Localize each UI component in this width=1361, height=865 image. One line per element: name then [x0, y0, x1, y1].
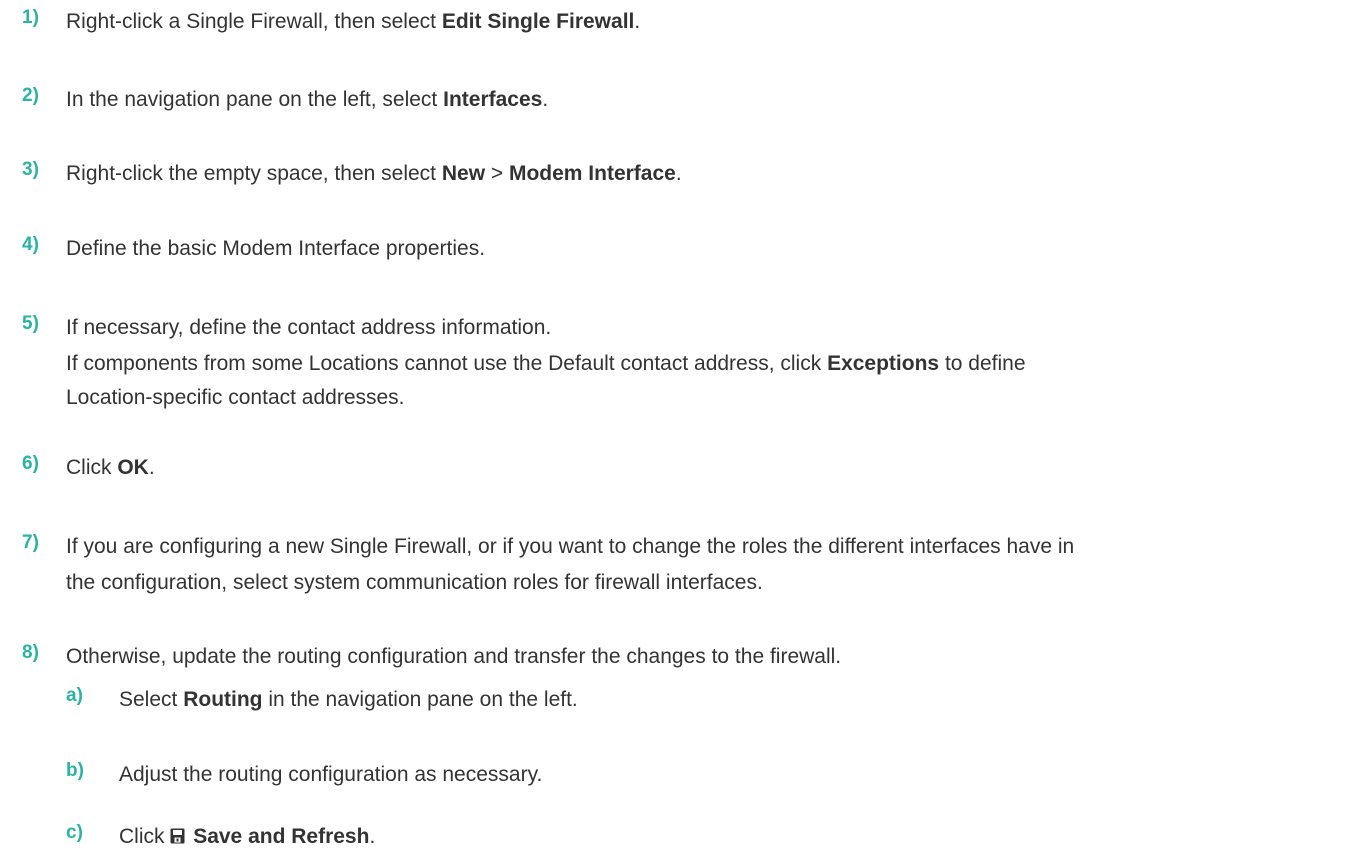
- step-text: Otherwise, update the routing configurat…: [66, 645, 842, 668]
- step-text-continued: the configuration, select system communi…: [66, 571, 763, 594]
- step-text: If necessary, define the contact address…: [66, 316, 552, 339]
- ui-label-routing: Routing: [183, 688, 263, 711]
- step-note: If components from some Locations cannot…: [66, 352, 1026, 375]
- ui-label-new: New: [441, 162, 486, 185]
- step-number: 5): [22, 313, 39, 334]
- step-text: Define the basic Modem Interface propert…: [66, 237, 486, 260]
- substep-text: Click Save and Refresh.: [119, 825, 376, 848]
- step-number: 6): [22, 453, 39, 474]
- ui-label-ok: OK: [117, 456, 149, 479]
- step-text: Right-click a Single Firewall, then sele…: [66, 10, 641, 33]
- substep-letter: c): [66, 822, 83, 843]
- step-number: 2): [22, 85, 39, 106]
- step-number: 4): [22, 234, 39, 255]
- step-note-continued: Location-specific contact addresses.: [66, 386, 405, 409]
- substep-letter: a): [66, 685, 83, 706]
- save-icon: [170, 828, 185, 844]
- step-number: 8): [22, 642, 39, 663]
- ui-label-save-and-refresh: Save and Refresh: [193, 825, 370, 848]
- ui-label-interfaces: Interfaces: [443, 88, 543, 111]
- substep-letter: b): [66, 760, 84, 781]
- substep-text: Select Routing in the navigation pane on…: [119, 688, 578, 711]
- step-number: 1): [22, 7, 39, 28]
- step-text: In the navigation pane on the left, sele…: [66, 88, 549, 111]
- ui-label-edit-single-firewall: Edit Single Firewall: [441, 10, 635, 33]
- ui-label-modem-interface: Modem Interface: [508, 162, 676, 185]
- step-text: If you are configuring a new Single Fire…: [66, 535, 1075, 558]
- step-text: Right-click the empty space, then select…: [66, 162, 682, 185]
- step-number: 3): [22, 159, 39, 180]
- step-number: 7): [22, 532, 39, 553]
- ui-label-exceptions: Exceptions: [827, 352, 940, 375]
- step-text: Click OK.: [66, 456, 155, 479]
- substep-text: Adjust the routing configuration as nece…: [119, 763, 543, 786]
